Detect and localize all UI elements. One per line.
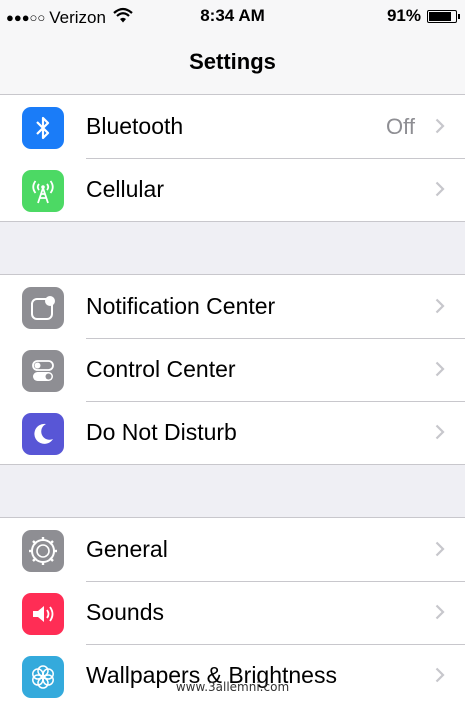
- settings-row-general[interactable]: General: [0, 518, 465, 581]
- speaker-icon: [22, 593, 64, 635]
- settings-row-label: Do Not Disturb: [86, 419, 237, 445]
- settings-row-label: General: [86, 536, 168, 562]
- cellular-antenna-icon: [22, 170, 64, 212]
- bluetooth-icon: [22, 107, 64, 149]
- settings-row-label: Sounds: [86, 599, 165, 625]
- settings-row-sounds[interactable]: Sounds: [0, 581, 465, 644]
- settings-row-value: Off: [386, 114, 415, 139]
- settings-row-bluetooth[interactable]: Bluetooth Off: [0, 95, 465, 158]
- chevron-right-icon: [435, 604, 445, 620]
- chevron-right-icon: [435, 118, 445, 134]
- settings-row-notification-center[interactable]: Notification Center: [0, 275, 465, 338]
- status-bar: ●●●○○ Verizon 8:34 AM 91%: [0, 0, 465, 34]
- notification-center-icon: [22, 287, 64, 329]
- settings-row-label: Control Center: [86, 356, 236, 382]
- page-title: Settings: [189, 49, 276, 74]
- battery-icon: [427, 9, 460, 23]
- chevron-right-icon: [435, 361, 445, 377]
- watermark: www.3allemni.com: [175, 680, 290, 694]
- gear-icon: [22, 530, 64, 572]
- settings-group-device: General Sounds Wallpapers & Brightness: [0, 517, 465, 707]
- settings-group-connectivity: Bluetooth Off Cellular: [0, 94, 465, 222]
- settings-row-label: Cellular: [86, 176, 164, 202]
- settings-group-centers: Notification Center Control Center Do No…: [0, 274, 465, 465]
- battery-percentage: 91%: [386, 6, 421, 25]
- moon-icon: [22, 413, 64, 455]
- chevron-right-icon: [435, 298, 445, 314]
- settings-row-label: Notification Center: [86, 293, 276, 319]
- settings-row-control-center[interactable]: Control Center: [0, 338, 465, 401]
- battery-fill: [429, 11, 451, 21]
- settings-row-cellular[interactable]: Cellular: [0, 158, 465, 221]
- chevron-right-icon: [435, 181, 445, 197]
- settings-row-do-not-disturb[interactable]: Do Not Disturb: [0, 401, 465, 464]
- navigation-bar: Settings: [0, 34, 465, 95]
- status-right: 91%: [386, 6, 460, 26]
- chevron-right-icon: [435, 424, 445, 440]
- chevron-right-icon: [435, 541, 445, 557]
- settings-row-label: Bluetooth: [86, 113, 184, 139]
- control-center-toggles-icon: [22, 350, 64, 392]
